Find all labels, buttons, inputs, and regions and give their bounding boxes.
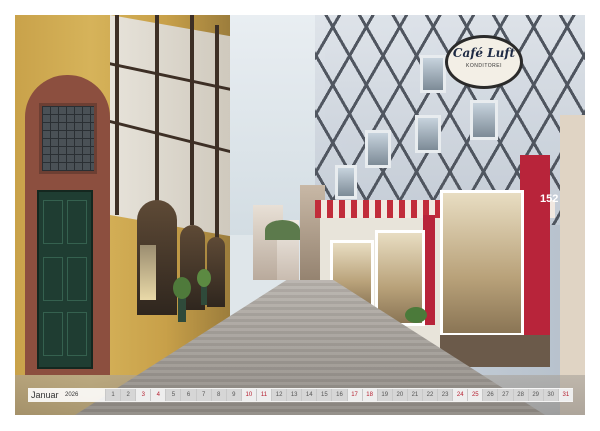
calendar-day: 14	[301, 389, 317, 401]
door-panel	[67, 200, 87, 244]
distant-trees	[265, 220, 300, 240]
timber-beam	[215, 25, 219, 245]
shop-window-glass	[440, 190, 524, 336]
calendar-days: 1 2 3 4 5 6 7 8 9 10 11 12 13 14 15 16 17 18 19 20 21 22 23 24 2…	[105, 389, 573, 401]
calendar-day: 26	[482, 389, 498, 401]
house-number: 152	[540, 193, 559, 205]
calendar-day: 24	[452, 389, 468, 401]
door-panel	[43, 257, 63, 301]
calendar-day: 19	[376, 389, 392, 401]
calendar-day: 2	[120, 389, 136, 401]
calendar-day: 7	[195, 389, 211, 401]
door-panel	[43, 312, 63, 356]
street-photo: Café Luft KONDITOREI 152	[15, 15, 585, 415]
calendar-day: 8	[210, 389, 226, 401]
calendar-day: 16	[331, 389, 347, 401]
calendar-day: 18	[361, 389, 377, 401]
green-door	[37, 190, 93, 369]
calendar-day: 6	[180, 389, 196, 401]
calendar-day: 27	[497, 389, 513, 401]
calendar-day: 23	[437, 389, 453, 401]
calendar-day: 4	[150, 389, 166, 401]
plant-pot	[201, 285, 207, 305]
door-panel	[43, 200, 63, 244]
calendar-day: 11	[255, 389, 272, 401]
calendar-day: 15	[316, 389, 332, 401]
red-pillar	[520, 155, 550, 365]
calendar-strip: Januar 2026 1 2 3 4 5 6 7 8 9 10 11 12 13 14 15 16 17 18 1…	[28, 388, 573, 402]
plant	[197, 269, 211, 287]
calendar-day: 13	[286, 389, 302, 401]
window	[420, 55, 446, 93]
calendar-day: 1	[105, 389, 121, 401]
calendar-day: 9	[225, 389, 241, 401]
calendar-month: Januar	[31, 390, 59, 400]
calendar-day: 12	[271, 389, 287, 401]
calendar-day: 25	[467, 389, 483, 401]
barred-window	[39, 103, 97, 174]
window	[470, 100, 498, 140]
spiral-binding	[0, 0, 600, 37]
cafe-sign-subtitle: KONDITOREI	[465, 63, 503, 69]
planter	[405, 307, 427, 323]
window	[335, 165, 357, 199]
window	[415, 115, 441, 153]
calendar-day: 17	[346, 389, 362, 401]
window	[365, 130, 391, 168]
calendar-day: 28	[512, 389, 528, 401]
cafe-sign-title: Café Luft	[452, 46, 516, 60]
calendar-day: 31	[557, 389, 573, 401]
shop-window	[140, 245, 156, 300]
calendar-day: 30	[542, 389, 558, 401]
calendar-year: 2026	[65, 392, 79, 398]
timber-beam	[155, 15, 159, 215]
door-panel	[67, 257, 87, 301]
plant-pot	[178, 297, 186, 322]
cafe-sign: Café Luft KONDITOREI	[445, 35, 523, 89]
timber-beam	[190, 15, 194, 225]
calendar-day: 5	[165, 389, 181, 401]
calendar-day: 20	[391, 389, 407, 401]
calendar-day: 3	[135, 389, 151, 401]
side-wall-painting	[560, 115, 585, 415]
calendar-day: 10	[240, 389, 256, 401]
calendar-day: 22	[421, 389, 438, 401]
calendar-day: 21	[406, 389, 422, 401]
door-panel	[67, 312, 87, 356]
timber-beam	[115, 15, 119, 215]
calendar-day: 29	[527, 389, 543, 401]
plant	[173, 277, 191, 299]
